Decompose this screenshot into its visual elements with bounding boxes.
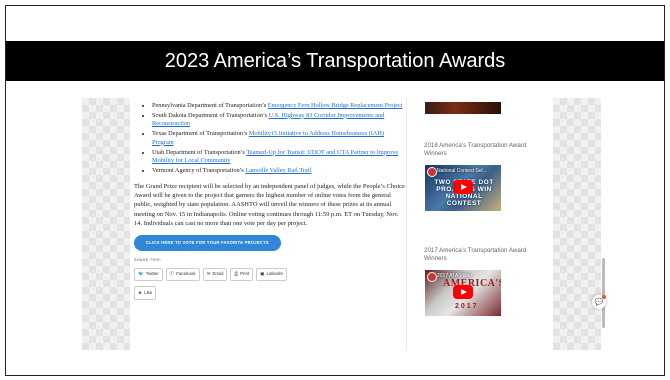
facebook-icon: ⓕ xyxy=(169,271,175,277)
award-agency: Utah Department of Transportation’s xyxy=(152,148,247,156)
share-print-button[interactable]: ⎙ Print xyxy=(230,267,254,282)
sidebar: 2018 America’s Transportation Award Winn… xyxy=(419,98,543,350)
left-pattern-panel xyxy=(82,98,130,350)
vote-button[interactable]: CLICK HERE TO VOTE FOR YOUR FAVORITE PRO… xyxy=(134,234,281,252)
play-icon[interactable] xyxy=(453,285,473,299)
right-pattern-panel xyxy=(553,98,601,350)
share-linkedin-button[interactable]: ▣ LinkedIn xyxy=(256,267,288,282)
print-icon: ⎙ xyxy=(234,271,239,277)
list-item: Pennsylvania Department of Transportatio… xyxy=(152,102,406,111)
project-link[interactable]: Emergency Fern Hollow Bridge Replacement… xyxy=(268,102,403,109)
awards-list: Pennsylvania Department of Transportatio… xyxy=(134,102,406,176)
channel-icon xyxy=(427,272,437,282)
like-button[interactable]: ★ Like xyxy=(134,286,157,300)
award-agency: Texas Department of Transportation’s xyxy=(152,130,249,138)
project-link[interactable]: Lamoille Valley Rail Trail xyxy=(245,167,311,174)
list-item: Utah Department of Transportation’s Team… xyxy=(152,149,406,166)
video-2018[interactable]: National Contest Sel... TWO STATE DOT PR… xyxy=(425,165,501,211)
share-button-label: Facebook xyxy=(176,271,196,277)
award-agency: South Dakota Department of Transportatio… xyxy=(152,111,269,119)
share-button-label: Email xyxy=(212,271,224,277)
sidebar-caption-2018: 2018 America’s Transportation Award Winn… xyxy=(424,142,527,157)
video-overlay-year: 2017 xyxy=(455,303,479,310)
star-icon: ★ xyxy=(138,289,143,295)
list-item: South Dakota Department of Transportatio… xyxy=(152,112,406,129)
article-content: Pennsylvania Department of Transportatio… xyxy=(134,98,406,350)
voting-paragraph: The Grand Prize recipient will be select… xyxy=(134,182,405,228)
notification-dot xyxy=(602,295,606,299)
list-item: Texas Department of Transportation’s Mob… xyxy=(152,130,406,147)
slide-frame: 2023 America’s Transportation Awards Pen… xyxy=(5,5,665,376)
like-button-label: Like xyxy=(144,289,153,295)
chat-bubble-icon[interactable]: 💬 xyxy=(592,295,606,309)
column-divider xyxy=(406,98,407,350)
twitter-icon: 🐦 xyxy=(138,271,144,277)
video-2017[interactable]: 2017 ATA Video AMERICA'S 2017 xyxy=(425,270,501,316)
share-button-label: Print xyxy=(240,271,250,277)
sidebar-caption-2017: 2017 America’s Transportation Award Winn… xyxy=(424,247,527,262)
video-title: National Contest Sel... xyxy=(437,168,487,174)
play-icon[interactable] xyxy=(453,180,473,194)
share-label: SHARE THIS: xyxy=(134,258,162,263)
share-facebook-button[interactable]: ⓕ Facebook xyxy=(165,267,200,282)
channel-icon xyxy=(427,167,437,177)
linkedin-icon: ▣ xyxy=(260,271,265,277)
video-thumbnail-partial[interactable] xyxy=(425,102,501,114)
share-twitter-button[interactable]: 🐦 Twitter xyxy=(134,267,163,282)
award-agency: Pennsylvania Department of Transportatio… xyxy=(152,102,268,109)
scrollbar[interactable] xyxy=(602,258,605,328)
share-button-label: Twitter xyxy=(145,271,159,277)
list-item: Vermont Agency of Transportation’s Lamoi… xyxy=(152,167,406,176)
share-buttons: 🐦 Twitter ⓕ Facebook ✉ Email ⎙ Print ▣ L… xyxy=(134,267,406,282)
email-icon: ✉ xyxy=(206,271,211,277)
slide-title: 2023 America’s Transportation Awards xyxy=(6,41,664,81)
award-agency: Vermont Agency of Transportation’s xyxy=(152,166,246,174)
share-button-label: LinkedIn xyxy=(266,271,284,277)
share-email-button[interactable]: ✉ Email xyxy=(202,267,228,282)
